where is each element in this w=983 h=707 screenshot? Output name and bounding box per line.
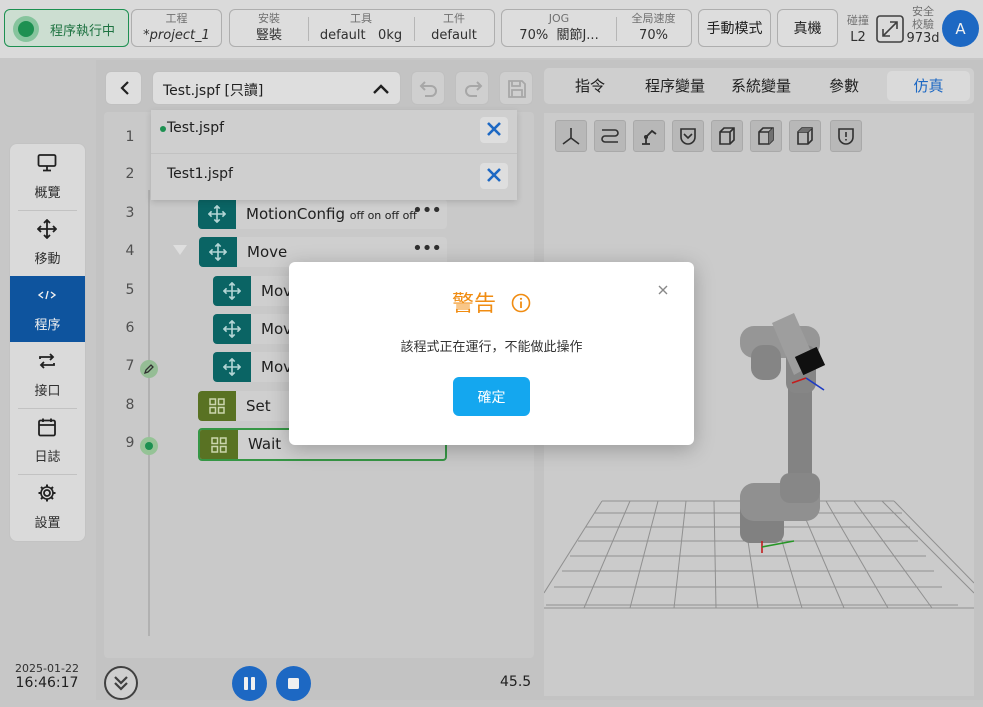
- close-icon[interactable]: [655, 282, 671, 298]
- dialog-message: 該程式正在運行，不能做此操作: [400, 340, 583, 355]
- warning-dialog: 警告 該程式正在運行，不能做此操作 確定: [289, 262, 694, 445]
- dialog-title: 警告: [289, 286, 694, 318]
- info-icon: [511, 293, 531, 313]
- dialog-title-text: 警告: [451, 292, 496, 317]
- confirm-button[interactable]: 確定: [453, 377, 530, 416]
